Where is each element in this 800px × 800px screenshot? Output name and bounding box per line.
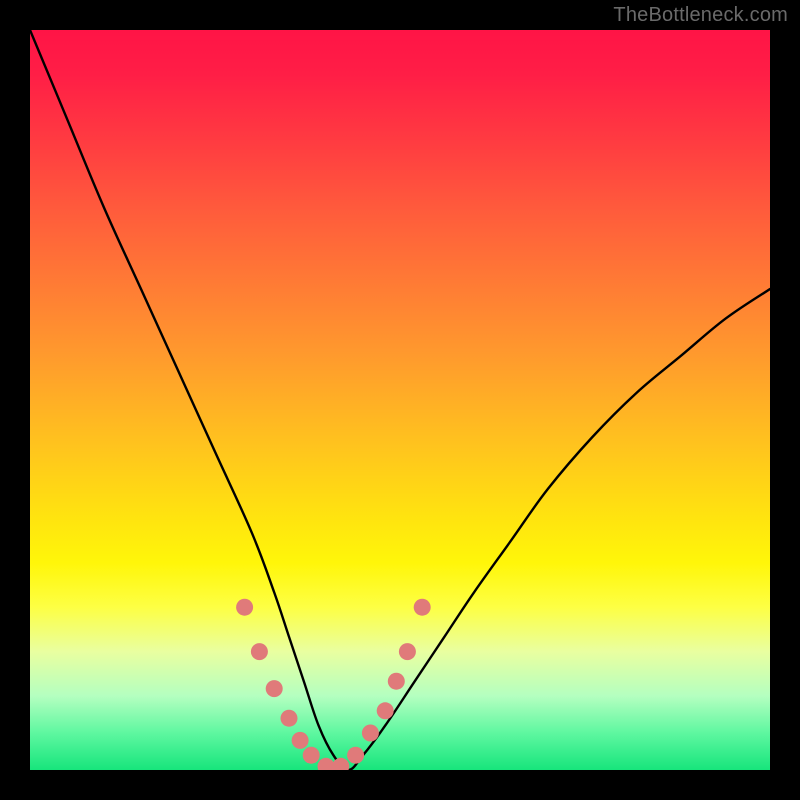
highlight-dot [318, 758, 335, 770]
main-curve [30, 30, 770, 770]
highlight-dot [292, 732, 309, 749]
highlight-dot [251, 643, 268, 660]
highlight-dot [332, 758, 349, 770]
chart-stage: TheBottleneck.com [0, 0, 800, 800]
highlight-dot [377, 702, 394, 719]
highlight-dot [281, 710, 298, 727]
watermark-text: TheBottleneck.com [613, 4, 788, 27]
highlight-dot [388, 673, 405, 690]
chart-svg [30, 30, 770, 770]
highlight-dot [399, 643, 416, 660]
highlight-dot [347, 747, 364, 764]
plot-area [30, 30, 770, 770]
highlight-dot [303, 747, 320, 764]
highlight-dot [236, 599, 253, 616]
highlight-dots [236, 599, 431, 770]
highlight-dot [362, 725, 379, 742]
highlight-dot [266, 680, 283, 697]
highlight-dot [414, 599, 431, 616]
